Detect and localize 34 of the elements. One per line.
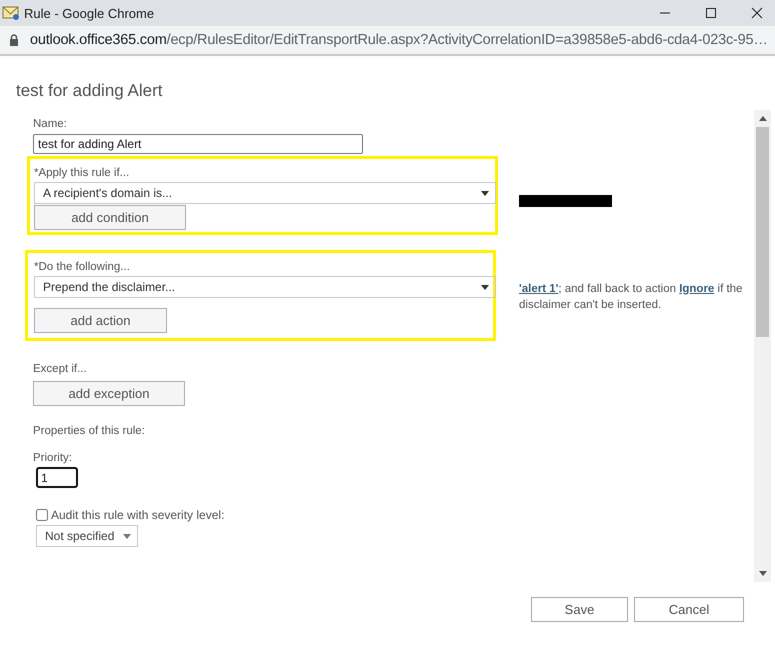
lock-icon [9, 34, 19, 46]
dialog-button[interactable]: Save [531, 597, 628, 622]
audit-checkbox[interactable] [36, 509, 48, 521]
add-action-button[interactable]: add action [34, 308, 167, 333]
priority-field[interactable]: 1 [36, 467, 78, 488]
scroll-down-icon[interactable] [758, 571, 766, 576]
scrollbar-thumb[interactable] [756, 127, 769, 337]
severity-dropdown[interactable]: Not specified [36, 525, 138, 547]
action-dropdown[interactable]: Prepend the disclaimer... [34, 276, 496, 298]
audit-label: Audit this rule with severity level: [51, 508, 224, 522]
name-field[interactable]: test for adding Alert [33, 134, 363, 154]
add-condition-button[interactable]: add condition [34, 205, 186, 230]
window-title: Rule - Google Chrome [24, 6, 156, 20]
dropdown-caret-icon [481, 190, 489, 196]
action-label: *Do the following... [34, 261, 130, 273]
envelope-icon [2, 5, 20, 21]
add-exception-button[interactable]: add exception [33, 381, 185, 406]
name-label: Name: [33, 118, 67, 130]
condition-dropdown[interactable]: A recipient's domain is... [34, 182, 496, 204]
condition-label: *Apply this rule if... [34, 167, 130, 179]
description-link[interactable]: Ignore [679, 283, 714, 295]
exception-label: Except if... [33, 363, 87, 375]
page-title: test for adding Alert [15, 80, 164, 102]
description-link[interactable]: 'alert 1' [519, 283, 558, 295]
scroll-up-icon[interactable] [758, 116, 766, 121]
close-icon[interactable] [751, 7, 763, 19]
scrollbar[interactable] [754, 110, 771, 582]
dropdown-caret-icon [481, 284, 489, 290]
properties-label: Properties of this rule: [33, 425, 145, 437]
action-description: 'alert 1'; and fall back to action Ignore if the disclaimer can't be inserted. [519, 282, 744, 313]
dropdown-caret-icon [123, 534, 131, 538]
maximize-icon[interactable] [705, 7, 717, 19]
dialog-button[interactable]: Cancel [634, 597, 744, 622]
priority-label: Priority: [33, 452, 72, 464]
